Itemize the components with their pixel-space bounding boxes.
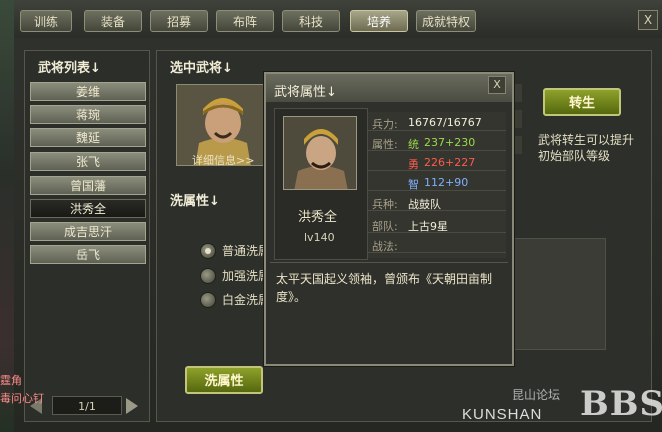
general-item[interactable]: 蒋琬 (30, 105, 146, 124)
close-icon[interactable]: X (488, 76, 506, 94)
option-label: 普通洗属 (222, 244, 271, 258)
edge-text: 霆角 (0, 374, 22, 387)
stat-label-unit: 部队: (372, 220, 398, 233)
watermark-kunshan: KUNSHAN (462, 406, 543, 423)
general-item[interactable]: 成吉思汗 (30, 222, 146, 241)
general-item[interactable]: 岳飞 (30, 245, 146, 264)
radio-enhanced-wash[interactable] (200, 268, 216, 284)
tab-cultivate[interactable]: 培养 (350, 10, 408, 32)
tab-equipment[interactable]: 装备 (84, 10, 142, 32)
rebirth-description: 武将转生可以提升初始部队等级 (538, 133, 635, 163)
next-page-icon[interactable] (126, 398, 138, 414)
tab-bar: 训练 装备 招募 布阵 科技 培养 成就特权 (14, 0, 662, 39)
stat-label-zhi: 智 (408, 178, 419, 191)
stat-label-attr: 属性: (372, 138, 398, 151)
rebirth-button[interactable]: 转生 (543, 88, 621, 116)
general-item[interactable]: 魏延 (30, 128, 146, 147)
option-label: 白金洗属 (222, 293, 271, 307)
general-portrait (283, 116, 357, 190)
tab-technology[interactable]: 科技 (282, 10, 340, 32)
stat-value-unit: 上古9星 (408, 220, 448, 233)
tab-achievements[interactable]: 成就特权 (416, 10, 476, 32)
wash-attributes-button[interactable]: 洗属性 (185, 366, 263, 394)
stat-value-yong: 226+227 (424, 156, 476, 169)
tab-formation[interactable]: 布阵 (216, 10, 274, 32)
general-item-selected[interactable]: 洪秀全 (30, 199, 146, 218)
stat-label-hp: 兵力: (372, 118, 398, 131)
general-item[interactable]: 姜维 (30, 82, 146, 101)
radio-normal-wash[interactable] (200, 243, 216, 259)
stat-label-tong: 统 (408, 138, 419, 151)
stat-label-type: 兵种: (372, 198, 398, 211)
edge-text: 毒问心钉 (0, 392, 44, 405)
close-icon[interactable]: X (638, 10, 658, 30)
stat-value-tong: 237+230 (424, 136, 476, 149)
result-box (512, 238, 606, 350)
general-biography: 太平天国起义领袖，曾颁布《天朝田亩制度》。 (276, 272, 493, 304)
watermark-cn: 昆山论坛 (512, 388, 561, 402)
general-list-title: 武将列表↓ (38, 61, 101, 76)
watermark-bbs: BBS (580, 384, 662, 424)
radio-platinum-wash[interactable] (200, 292, 216, 308)
option-label: 加强洗属 (222, 269, 271, 283)
stat-value-zhi: 112+90 (424, 176, 469, 189)
selected-general-title: 选中武将↓ (170, 61, 233, 76)
game-world-background (0, 0, 14, 432)
general-name: 洪秀全 (298, 210, 338, 225)
tab-train[interactable]: 训练 (20, 10, 72, 32)
stat-value-hp: 16767/16767 (408, 116, 482, 129)
detail-info-link[interactable]: 详细信息>> (192, 152, 254, 168)
stat-value-type: 战鼓队 (408, 198, 441, 211)
stat-label-tactic: 战法: (372, 240, 398, 253)
general-item[interactable]: 张飞 (30, 152, 146, 171)
general-item[interactable]: 曾国藩 (30, 176, 146, 195)
stat-label-yong: 勇 (408, 158, 419, 171)
divider (270, 262, 508, 263)
tab-recruit[interactable]: 招募 (150, 10, 208, 32)
wash-attributes-title: 洗属性↓ (170, 194, 220, 209)
page-indicator: 1/1 (52, 396, 122, 415)
general-level: lv140 (304, 231, 335, 244)
popup-title: 武将属性↓ (274, 85, 337, 100)
